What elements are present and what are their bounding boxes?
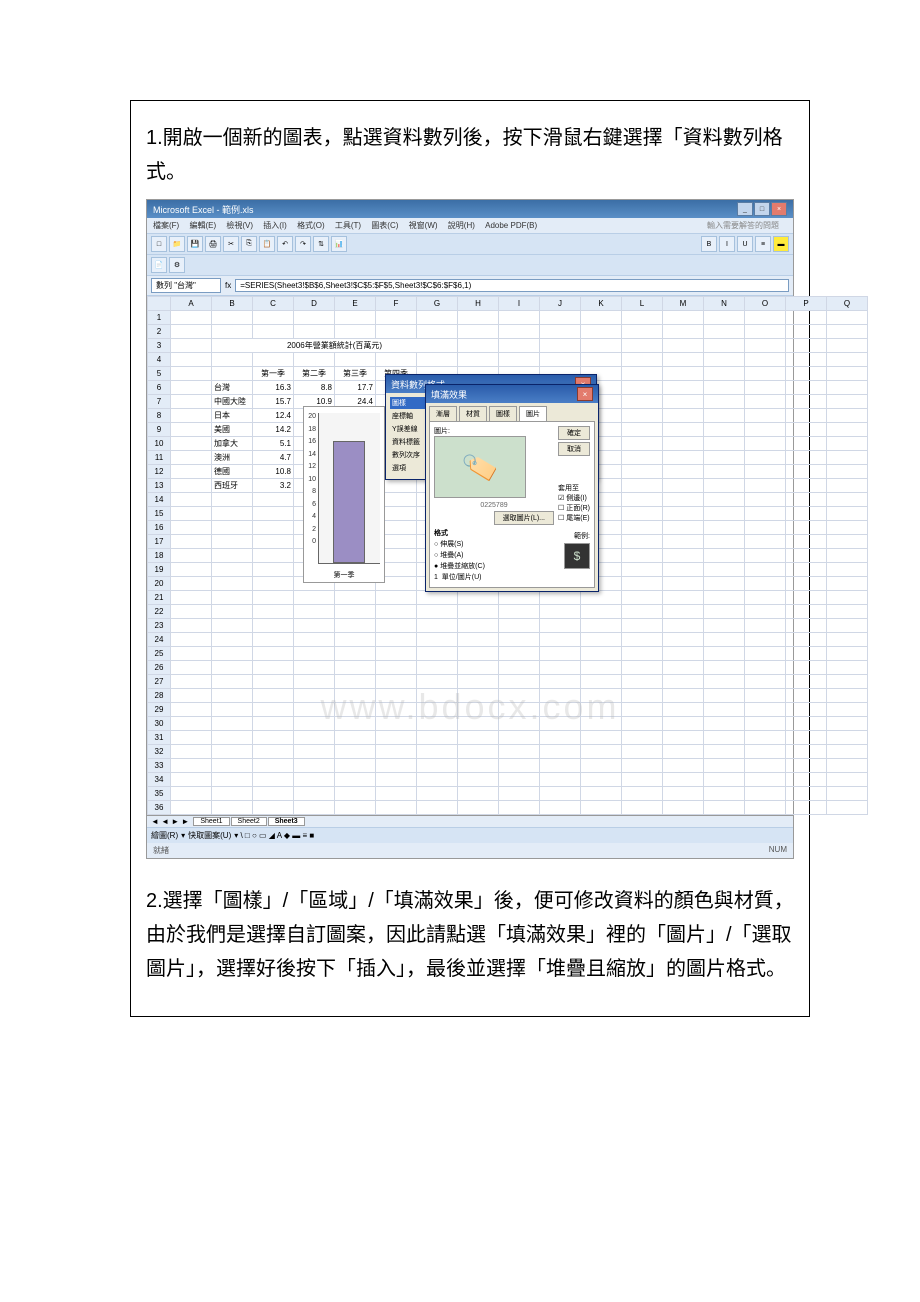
menu-tools[interactable]: 工具(T) [335, 221, 361, 230]
apply-end[interactable]: ☐ 尾端(E) [558, 513, 590, 523]
select-picture-button[interactable]: 選取圖片(L)... [494, 511, 554, 525]
tab-pattern[interactable]: 圖樣 [489, 406, 517, 421]
unit-label: 1 單位/圖片(U) [434, 572, 554, 583]
open-icon[interactable]: 📁 [169, 236, 185, 252]
tab-gradient[interactable]: 漸層 [429, 406, 457, 421]
toolbar-secondary: 📄 ⚙ [147, 255, 793, 276]
paste-icon[interactable]: 📋 [259, 236, 275, 252]
italic-icon[interactable]: I [719, 236, 735, 252]
draw-label[interactable]: 繪圖(R) [151, 830, 178, 841]
app-title: Microsoft Excel - 範例.xls [153, 203, 254, 216]
sidebar-item-labels[interactable]: 資料標籤 [390, 436, 426, 448]
fx-icon[interactable]: fx [225, 281, 231, 290]
menu-chart[interactable]: 圖表(C) [371, 221, 398, 230]
opt-stackscale[interactable]: ● 堆疊並縮放(C) [434, 561, 554, 572]
toolbar-standard: □ 📁 💾 🖨 ✂ ⎘ 📋 ↶ ↷ ⇅ 📊 B I U ≡ ▬ [147, 234, 793, 255]
bold-icon[interactable]: B [701, 236, 717, 252]
sidebar-item-axis[interactable]: 座標軸 [390, 410, 426, 422]
name-box[interactable]: 數列 "台灣" [151, 278, 221, 293]
menu-edit[interactable]: 編輯(E) [189, 221, 216, 230]
save-icon[interactable]: 💾 [187, 236, 203, 252]
ok-button[interactable]: 確定 [558, 426, 590, 440]
apply-front[interactable]: ☐ 正面(R) [558, 503, 590, 513]
underline-icon[interactable]: U [737, 236, 753, 252]
sample-preview: $ [564, 543, 590, 569]
worksheet-grid[interactable]: ABCDEFGHIJKLMNOPQ1232006年營業額統計(百萬元)45第一季… [147, 296, 793, 815]
menu-view[interactable]: 檢視(V) [226, 221, 253, 230]
sheet-tabs: ◄ ◄ ► ► Sheet1 Sheet2 Sheet3 [147, 815, 793, 827]
cancel-button[interactable]: 取消 [558, 442, 590, 456]
embedded-chart[interactable]: 20181614121086420 第一季 [303, 406, 385, 583]
step2-text: 2.選擇「圖樣」/「區域」/「填滿效果」後，便可修改資料的顏色與材質，由於我們是… [146, 884, 794, 986]
titlebar: Microsoft Excel - 範例.xls _ □ × [147, 200, 793, 218]
sidebar-item-error[interactable]: Y誤差線 [390, 423, 426, 435]
sidebar-item-options[interactable]: 選項 [390, 462, 426, 474]
status-bar: 就緒 NUM [147, 843, 793, 858]
autoshape-label[interactable]: 快取圖案(U) [188, 830, 231, 841]
formula-bar: 數列 "台灣" fx =SERIES(Sheet3!$B$6,Sheet3!$C… [147, 276, 793, 296]
print-icon[interactable]: 🖨 [205, 236, 221, 252]
excel-screenshot: Microsoft Excel - 範例.xls _ □ × 檔案(F) 編輯(… [146, 199, 794, 859]
dialog1-sidebar: 圖樣 座標軸 Y誤差線 資料標籤 數列次序 選項 [390, 397, 426, 475]
tab-picture[interactable]: 圖片 [519, 406, 547, 421]
fill-effects-dialog: 填滿效果 × 漸層 材質 圖樣 圖片 圖片: 🏷️ 0225789 [425, 384, 599, 592]
menu-help[interactable]: 說明(H) [448, 221, 475, 230]
pdf-icon[interactable]: 📄 [151, 257, 167, 273]
fill-icon[interactable]: ▬ [773, 236, 789, 252]
sample-label: 範例: [574, 531, 590, 541]
chart-xlabel: 第一季 [304, 570, 384, 580]
apply-side[interactable]: ☑ 側邊(I) [558, 493, 590, 503]
money-tag-icon: 🏷️ [459, 447, 501, 488]
cut-icon[interactable]: ✂ [223, 236, 239, 252]
chart-bar[interactable] [333, 441, 365, 563]
undo-icon[interactable]: ↶ [277, 236, 293, 252]
sidebar-item-pattern[interactable]: 圖樣 [390, 397, 426, 409]
sidebar-item-order[interactable]: 數列次序 [390, 449, 426, 461]
step1-text: 1.開啟一個新的圖表，點選資料數列後，按下滑鼠右鍵選擇「資料數列格式。 [146, 121, 794, 189]
dialog2-close-icon[interactable]: × [577, 387, 593, 401]
new-icon[interactable]: □ [151, 236, 167, 252]
dialog2-title: 填滿效果 [431, 388, 467, 401]
menu-insert[interactable]: 插入(I) [263, 221, 287, 230]
sort-icon[interactable]: ⇅ [313, 236, 329, 252]
tab-texture[interactable]: 材質 [459, 406, 487, 421]
tool-icon[interactable]: ⚙ [169, 257, 185, 273]
apply-label: 套用至 [558, 483, 590, 493]
sample-icon: $ [574, 549, 581, 563]
sheet-tab-1[interactable]: Sheet1 [193, 817, 229, 826]
redo-icon[interactable]: ↷ [295, 236, 311, 252]
align-left-icon[interactable]: ≡ [755, 236, 771, 252]
sheet-tab-3[interactable]: Sheet3 [268, 817, 305, 826]
menubar[interactable]: 檔案(F) 編輯(E) 檢視(V) 插入(I) 格式(O) 工具(T) 圖表(C… [147, 218, 793, 234]
formula-input[interactable]: =SERIES(Sheet3!$B$6,Sheet3!$C$5:$F$5,She… [235, 279, 789, 292]
numlock-indicator: NUM [769, 845, 787, 856]
opt-stack[interactable]: ○ 堆疊(A) [434, 550, 554, 561]
minimize-button[interactable]: _ [737, 202, 753, 216]
copy-icon[interactable]: ⎘ [241, 236, 257, 252]
format-label: 格式 [434, 528, 554, 539]
opt-stretch[interactable]: ○ 伸展(S) [434, 539, 554, 550]
chart-icon[interactable]: 📊 [331, 236, 347, 252]
chart-yaxis: 20181614121086420 [306, 411, 316, 549]
menu-window[interactable]: 視窗(W) [409, 221, 438, 230]
picture-preview: 🏷️ [434, 436, 526, 498]
chart-plot [318, 413, 380, 564]
menu-pdf[interactable]: Adobe PDF(B) [485, 221, 537, 230]
menu-file[interactable]: 檔案(F) [153, 221, 179, 230]
maximize-button[interactable]: □ [754, 202, 770, 216]
menu-format[interactable]: 格式(O) [297, 221, 325, 230]
help-prompt[interactable]: 輸入需要解答的問題 [707, 220, 779, 231]
status-text: 就緒 [153, 845, 169, 856]
drawing-toolbar: 繪圖(R) ▾ 快取圖案(U) ▾ \ □ ○ ▭ ◢ A ◆ ▬ ≡ ■ [147, 827, 793, 843]
close-button[interactable]: × [771, 202, 787, 216]
sheet-tab-2[interactable]: Sheet2 [231, 817, 267, 826]
picture-label: 圖片: [434, 426, 554, 436]
